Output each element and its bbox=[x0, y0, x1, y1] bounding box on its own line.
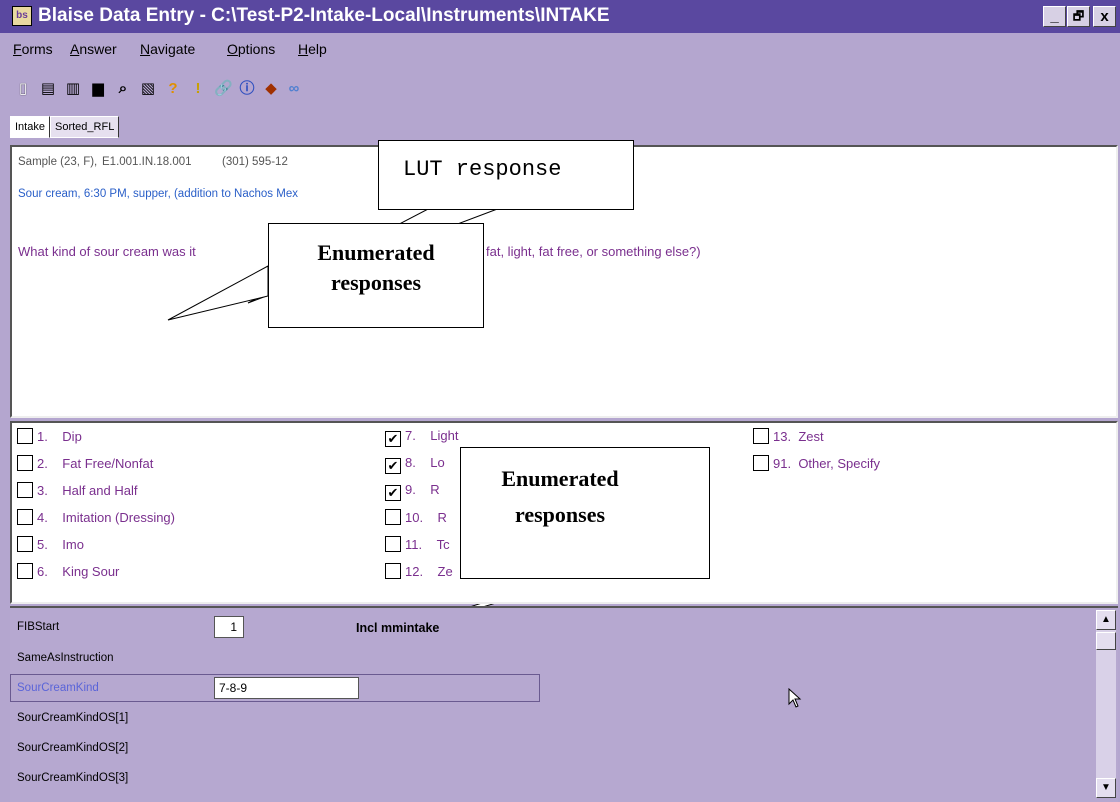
option-9-checkbox[interactable]: ✔ bbox=[385, 485, 401, 501]
enum-callout-top-line2: responses bbox=[330, 270, 422, 295]
field-label-sourcreamkindos-1[interactable]: SourCreamKindOS[1] bbox=[17, 712, 128, 724]
question-prompt-end: fat, light, fat free, or something else?… bbox=[486, 244, 701, 259]
menu-forms[interactable]: Forms bbox=[13, 41, 53, 57]
option-5-checkbox[interactable] bbox=[17, 536, 33, 552]
option-5[interactable]: 5. Imo bbox=[17, 536, 84, 552]
enum-callout-top-line1: Enumerated bbox=[317, 240, 435, 265]
option-1-checkbox[interactable] bbox=[17, 428, 33, 444]
open-form-icon[interactable]: ▤ bbox=[39, 80, 57, 98]
field-label-sourcreamkindos-2[interactable]: SourCreamKindOS[2] bbox=[17, 742, 128, 754]
option-6[interactable]: 6. King Sour bbox=[17, 563, 119, 579]
alert-icon[interactable]: ! bbox=[189, 80, 207, 98]
close-button[interactable]: x bbox=[1093, 6, 1116, 27]
option-3-checkbox[interactable] bbox=[17, 482, 33, 498]
option-9[interactable]: ✔ 9. R bbox=[385, 482, 440, 501]
case-id: E1.001.IN.18.001 bbox=[102, 156, 192, 168]
attach-icon[interactable]: 🔗 bbox=[214, 80, 233, 98]
food-description: Sour cream, 6:30 PM, supper, (addition t… bbox=[18, 188, 298, 200]
option-4[interactable]: 4. Imitation (Dressing) bbox=[17, 509, 175, 525]
phone-number: (301) 595-12 bbox=[222, 156, 288, 168]
field-label-fibstart[interactable]: FIBStart bbox=[17, 621, 59, 633]
preview-icon[interactable]: ▧ bbox=[139, 80, 157, 98]
scroll-thumb[interactable] bbox=[1096, 632, 1116, 650]
option-13-checkbox[interactable] bbox=[753, 428, 769, 444]
app-icon: bs bbox=[12, 6, 32, 26]
field-label-sourcreamkindos-3[interactable]: SourCreamKindOS[3] bbox=[17, 772, 128, 784]
option-12[interactable]: 12. Ze bbox=[385, 563, 453, 579]
tab-intake[interactable]: Intake bbox=[10, 116, 50, 138]
fibstart-field[interactable]: 1 bbox=[214, 616, 244, 638]
option-1[interactable]: 1. Dip bbox=[17, 428, 82, 444]
form-pane bbox=[10, 606, 1118, 802]
mouse-cursor-icon bbox=[788, 688, 802, 708]
field-label-sameasinstruction[interactable]: SameAsInstruction bbox=[17, 652, 114, 664]
option-2[interactable]: 2. Fat Free/Nonfat bbox=[17, 455, 153, 471]
fibstart-label: Incl mmintake bbox=[356, 621, 440, 635]
tab-sorted-rfl[interactable]: Sorted_RFL bbox=[50, 116, 120, 138]
new-form-icon[interactable]: ▯ bbox=[14, 80, 32, 98]
respondent-info: Sample (23, F), bbox=[18, 156, 98, 168]
enum-callout-bottom-line2: responses bbox=[514, 502, 606, 527]
info-icon[interactable]: ⓘ bbox=[238, 80, 256, 98]
option-7[interactable]: ✔ 7. Light bbox=[385, 428, 459, 447]
scroll-down-button[interactable]: ▼ bbox=[1096, 778, 1116, 798]
option-4-checkbox[interactable] bbox=[17, 509, 33, 525]
find-icon[interactable]: ⌕ bbox=[114, 80, 132, 98]
enum-callout-bottom-line1: Enumerated bbox=[501, 466, 619, 491]
option-7-checkbox[interactable]: ✔ bbox=[385, 431, 401, 447]
menu-answer[interactable]: Answer bbox=[70, 41, 117, 57]
option-2-checkbox[interactable] bbox=[17, 455, 33, 471]
option-10[interactable]: 10. R bbox=[385, 509, 447, 525]
window-title: Blaise Data Entry - C:\Test-P2-Intake-Lo… bbox=[38, 5, 610, 26]
help-icon[interactable]: ? bbox=[164, 80, 182, 98]
option-11[interactable]: 11. Tc bbox=[385, 536, 450, 552]
field-label-sourcreamkind[interactable]: SourCreamKind bbox=[17, 682, 99, 694]
menu-options[interactable]: Options bbox=[227, 41, 275, 57]
maximize-button[interactable]: 🗗 bbox=[1067, 6, 1090, 27]
option-8-checkbox[interactable]: ✔ bbox=[385, 458, 401, 474]
link-icon[interactable]: ∞ bbox=[285, 80, 303, 98]
option-11-checkbox[interactable] bbox=[385, 536, 401, 552]
scroll-up-button[interactable]: ▲ bbox=[1096, 610, 1116, 630]
option-10-checkbox[interactable] bbox=[385, 509, 401, 525]
save-icon[interactable]: ▆ bbox=[89, 80, 107, 98]
menu-navigate[interactable]: Navigate bbox=[140, 41, 195, 57]
option-3[interactable]: 3. Half and Half bbox=[17, 482, 137, 498]
minimize-button[interactable]: _ bbox=[1043, 6, 1066, 27]
question-prompt-start: What kind of sour cream was it bbox=[18, 244, 196, 259]
copy-icon[interactable]: ▥ bbox=[64, 80, 82, 98]
option-91-checkbox[interactable] bbox=[753, 455, 769, 471]
option-8[interactable]: ✔ 8. Lo bbox=[385, 455, 445, 474]
option-6-checkbox[interactable] bbox=[17, 563, 33, 579]
option-91[interactable]: 91. Other, Specify bbox=[753, 455, 880, 471]
edit-icon[interactable]: ◆ bbox=[262, 80, 280, 98]
menu-help[interactable]: Help bbox=[298, 41, 327, 57]
option-12-checkbox[interactable] bbox=[385, 563, 401, 579]
lut-callout-text: LUT response bbox=[403, 157, 562, 182]
sourcreamkind-field[interactable]: 7-8-9 bbox=[214, 677, 359, 699]
option-13[interactable]: 13. Zest bbox=[753, 428, 824, 444]
